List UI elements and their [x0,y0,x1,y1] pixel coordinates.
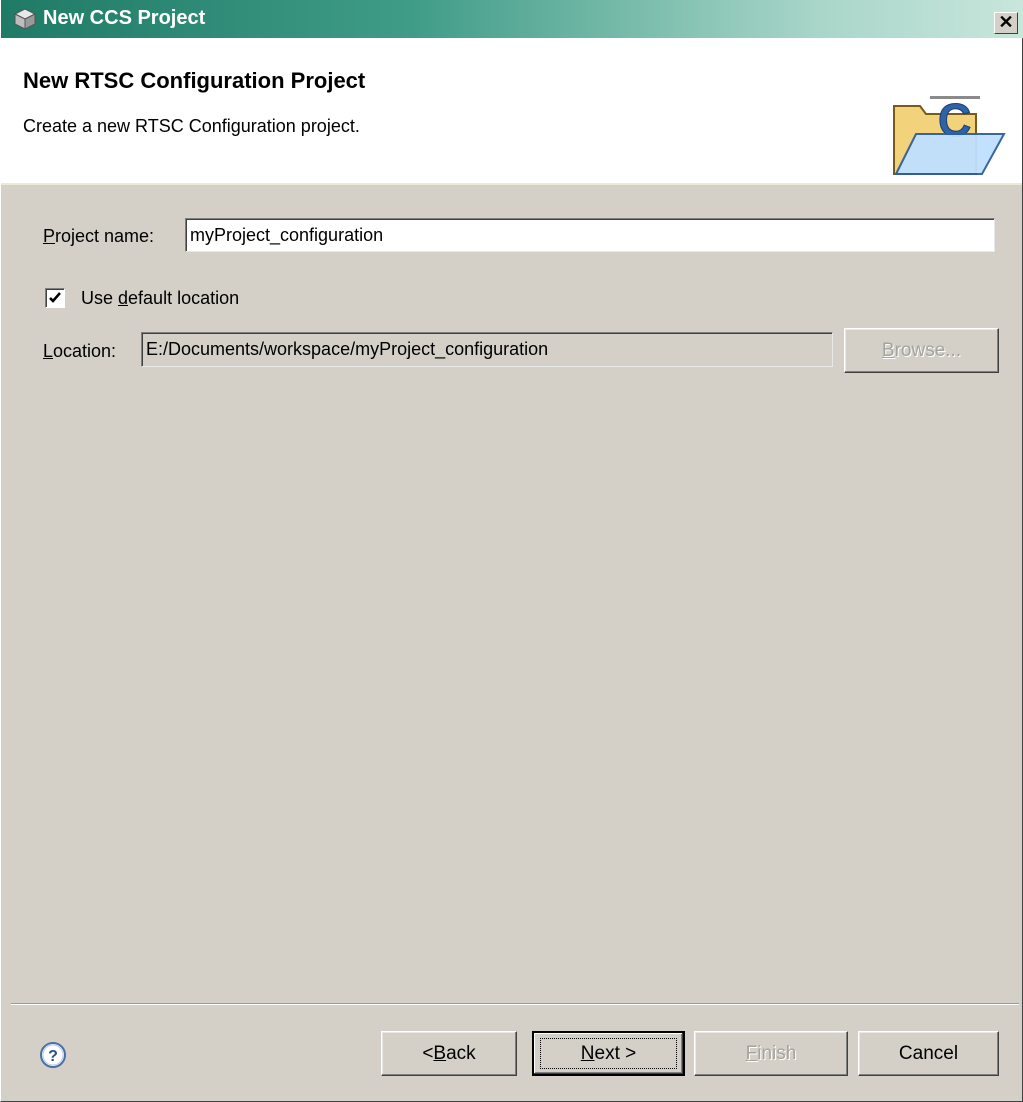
back-button[interactable]: < Back [381,1031,517,1076]
location-label: Location: [43,341,117,361]
folder-c-icon: C [886,84,1006,204]
browse-button[interactable]: Browse... [844,328,999,373]
close-icon: ✕ [998,12,1014,32]
project-name-input[interactable] [185,218,995,252]
finish-button[interactable]: Finish [694,1031,848,1076]
footer-separator [11,1003,1019,1005]
page-description: Create a new RTSC Configuration project. [23,116,360,136]
svg-text:?: ? [48,1048,58,1065]
location-input[interactable] [141,332,833,367]
next-button[interactable]: Next > [532,1031,685,1076]
help-icon[interactable]: ? [39,1041,67,1069]
focus-ring [540,1038,677,1069]
window-title: New CCS Project [43,7,206,29]
wizard-banner: New RTSC Configuration Project Create a … [1,38,1022,183]
banner-separator [1,182,1022,185]
project-name-label: Project name: [43,226,155,246]
title-bar[interactable]: New CCS Project ✕ [1,0,1023,38]
cube-icon [13,8,37,30]
dialog-window: New CCS Project ✕ New RTSC Configuration… [0,0,1023,1102]
default-location-label[interactable]: Use default location [81,288,239,309]
default-location-checkbox[interactable] [45,288,65,308]
close-button[interactable]: ✕ [994,12,1018,34]
cancel-button[interactable]: Cancel [858,1031,999,1076]
checkmark-icon [49,292,61,303]
page-title: New RTSC Configuration Project [23,68,366,93]
